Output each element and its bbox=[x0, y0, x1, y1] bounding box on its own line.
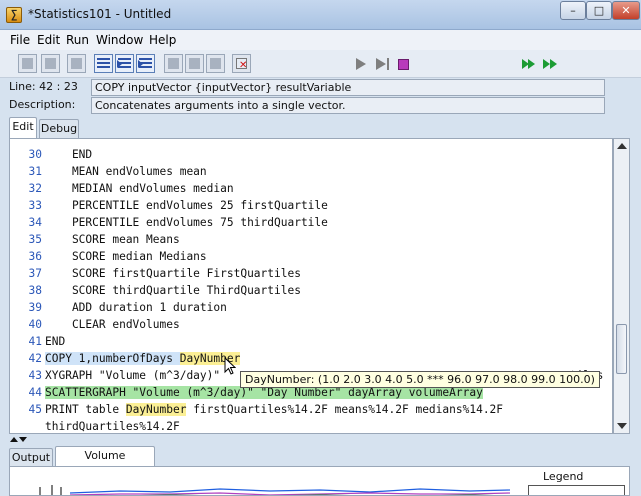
code-line: 35 SCORE mean Means bbox=[28, 233, 180, 246]
code-text: COPY 1,numberOfDays bbox=[45, 352, 180, 365]
code-line: 31 MEAN endVolumes mean bbox=[28, 165, 207, 178]
menu-window[interactable]: Window bbox=[96, 33, 143, 47]
save-icon bbox=[71, 58, 82, 69]
stop-button[interactable] bbox=[398, 59, 409, 70]
legend-box bbox=[528, 485, 625, 495]
window-title: *Statistics101 - Untitled bbox=[28, 7, 172, 21]
code-line: 39 ADD duration 1 duration bbox=[28, 301, 227, 314]
new-file-button[interactable] bbox=[18, 54, 37, 73]
indent-icon bbox=[97, 58, 110, 69]
description-label: Description: bbox=[9, 98, 76, 111]
code-line: 36 SCORE median Medians bbox=[28, 250, 207, 263]
app-icon: ∑ bbox=[6, 7, 22, 23]
step-button[interactable] bbox=[376, 58, 386, 70]
arrow-icon bbox=[117, 60, 122, 68]
code-line: 30 END bbox=[28, 148, 93, 161]
code-line: 45 PRINT table DayNumber firstQuartiles%1… bbox=[28, 403, 504, 416]
lines-icon bbox=[168, 58, 179, 69]
lines-icon bbox=[210, 58, 221, 69]
variable-tooltip: DayNumber: (1.0 2.0 3.0 4.0 5.0 *** 96.0… bbox=[240, 371, 600, 388]
red-x-icon: ✕ bbox=[239, 60, 248, 71]
indent-button[interactable] bbox=[94, 54, 113, 73]
scroll-thumb[interactable] bbox=[616, 324, 627, 374]
description-field: Concatenates arguments into a single vec… bbox=[91, 97, 605, 114]
scroll-up-icon[interactable] bbox=[617, 143, 627, 149]
code-line: 34 PERCENTILE endVolumes 75 thirdQuartil… bbox=[28, 216, 328, 229]
format-button-2[interactable] bbox=[185, 54, 204, 73]
line-position: Line: 42 : 23 bbox=[9, 80, 78, 93]
minimize-button[interactable]: – bbox=[560, 1, 586, 20]
code-line: 37 SCORE firstQuartile FirstQuartiles bbox=[28, 267, 301, 280]
arrow-icon bbox=[138, 60, 143, 68]
new-file-icon bbox=[22, 58, 33, 69]
panel-splitter[interactable] bbox=[0, 436, 641, 444]
description-row: Description: Concatenates arguments into… bbox=[0, 97, 641, 115]
close-button[interactable]: ✕ bbox=[612, 1, 640, 20]
run-button[interactable] bbox=[356, 58, 366, 70]
series-line bbox=[69, 492, 511, 495]
code-editor[interactable]: 30 END 31 MEAN endVolumes mean 32 MEDIAN… bbox=[9, 138, 613, 434]
syntax-field: COPY inputVector {inputVector} resultVar… bbox=[91, 79, 605, 96]
code-text: XYGRAPH "Volume (m^3/day)" bbox=[45, 369, 221, 382]
token-daynumber[interactable]: DayNumber bbox=[125, 403, 187, 416]
menu-edit[interactable]: Edit bbox=[37, 33, 60, 47]
mouse-cursor-icon bbox=[224, 357, 236, 375]
legend-label: Legend bbox=[543, 470, 584, 483]
open-file-button[interactable] bbox=[41, 54, 60, 73]
lines-icon bbox=[189, 58, 200, 69]
code-line-current: 42 COPY 1,numberOfDays DayNumber bbox=[28, 352, 241, 365]
code-line: 32 MEDIAN endVolumes median bbox=[28, 182, 234, 195]
code-line: 38 SCORE thirdQuartile ThirdQuartiles bbox=[28, 284, 301, 297]
debug-run-icon-2 bbox=[528, 59, 535, 69]
line-info-row: Line: 42 : 23 COPY inputVector {inputVec… bbox=[0, 79, 641, 97]
menu-file[interactable]: File bbox=[10, 33, 30, 47]
tab-output[interactable]: Output bbox=[9, 448, 53, 468]
tab-volume-graph[interactable]: Volume (m^3/day) bbox=[55, 446, 155, 480]
comment-button[interactable] bbox=[136, 54, 155, 73]
tab-debug[interactable]: Debug bbox=[39, 119, 79, 139]
menu-bar: File Edit Run Window Help bbox=[0, 30, 641, 50]
step-bar-icon bbox=[387, 58, 389, 70]
code-line: 41 END bbox=[28, 335, 66, 348]
code-text: firstQuartiles%14.2F means%14.2F medians… bbox=[186, 403, 504, 416]
debug-step-button[interactable] bbox=[543, 59, 550, 69]
code-line: 33 PERCENTILE endVolumes 25 firstQuartil… bbox=[28, 199, 328, 212]
clear-button[interactable]: ✕ bbox=[232, 54, 251, 73]
menu-help[interactable]: Help bbox=[149, 33, 176, 47]
graph-axis bbox=[39, 485, 62, 495]
tab-edit[interactable]: Edit bbox=[9, 117, 37, 139]
outdent-button[interactable] bbox=[115, 54, 134, 73]
toolbar: ✕ bbox=[0, 50, 641, 78]
debug-step-icon-2 bbox=[550, 59, 557, 69]
editor-vertical-scrollbar[interactable] bbox=[613, 138, 630, 434]
maximize-button[interactable]: □ bbox=[586, 1, 612, 20]
code-line: 43XYGRAPH "Volume (m^3/day)"rtiles bbox=[10, 367, 604, 384]
code-line: 40 CLEAR endVolumes bbox=[28, 318, 180, 331]
code-line: thirdQuartiles%14.2F bbox=[45, 420, 180, 433]
open-file-icon bbox=[45, 58, 56, 69]
title-bar: ∑ *Statistics101 - Untitled – □ ✕ bbox=[0, 0, 641, 30]
format-button-1[interactable] bbox=[164, 54, 183, 73]
expand-down-icon[interactable] bbox=[19, 437, 27, 442]
expand-up-icon[interactable] bbox=[10, 437, 18, 442]
code-text: PRINT table bbox=[45, 403, 126, 416]
save-button[interactable] bbox=[67, 54, 86, 73]
graph-panel: Legend bbox=[9, 466, 630, 496]
series-line bbox=[69, 488, 511, 494]
menu-run[interactable]: Run bbox=[66, 33, 89, 47]
scroll-down-icon[interactable] bbox=[617, 423, 627, 429]
format-button-3[interactable] bbox=[206, 54, 225, 73]
